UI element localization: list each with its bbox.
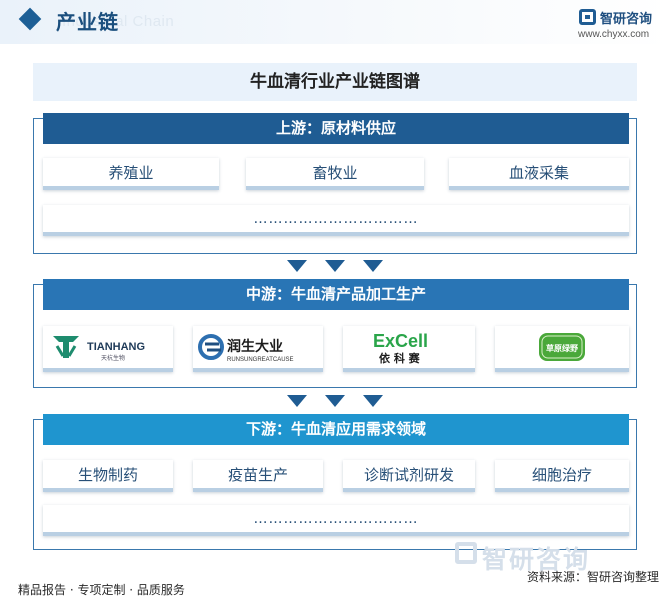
runsheng-name: 润生大业 xyxy=(227,338,283,355)
diamond-icon xyxy=(18,7,42,31)
company-logo-caoyuan: 草原绿野 xyxy=(495,326,629,372)
down-arrow-icon xyxy=(325,260,345,272)
downstream-item: 疫苗生产 xyxy=(193,460,323,492)
excell-sub: 依 科 赛 xyxy=(379,351,421,365)
diagram-title: 牛血清行业产业链图谱 xyxy=(33,63,637,101)
runsheng-sub: RUNSUNGREATCAUSE xyxy=(227,357,294,363)
flow-arrows xyxy=(0,260,671,274)
upstream-item: 血液采集 xyxy=(449,158,629,190)
tianhang-name: TIANHANG xyxy=(87,341,145,353)
excell-logo-icon: ExCell 依 科 赛 xyxy=(373,331,428,365)
brand-name: 智研咨询 xyxy=(600,12,653,27)
excell-name: ExCell xyxy=(373,331,428,351)
downstream-item: 诊断试剂研发 xyxy=(343,460,475,492)
flow-arrows xyxy=(0,395,671,409)
tianhang-sub: 天杭生物 xyxy=(101,354,125,362)
company-logo-excell: ExCell 依 科 赛 xyxy=(343,326,475,372)
upstream-section: 上游：原材料供应 养殖业 畜牧业 血液采集 …………………………… xyxy=(33,113,637,254)
upstream-item: 养殖业 xyxy=(43,158,219,190)
caoyuan-logo-icon: 草原绿野 xyxy=(539,333,585,361)
midstream-heading: 中游：牛血清产品加工生产 xyxy=(43,279,629,310)
down-arrow-icon xyxy=(287,395,307,407)
down-arrow-icon xyxy=(363,395,383,407)
brand-logo-icon xyxy=(579,9,596,25)
downstream-section: 下游：牛血清应用需求领域 生物制药 疫苗生产 诊断试剂研发 细胞治疗 ……………… xyxy=(33,414,637,550)
upstream-item: 畜牧业 xyxy=(246,158,424,190)
downstream-item: 生物制药 xyxy=(43,460,173,492)
company-logo-runsheng: 润生大业 RUNSUNGREATCAUSE xyxy=(193,326,323,372)
down-arrow-icon xyxy=(325,395,345,407)
down-arrow-icon xyxy=(363,260,383,272)
tianhang-logo-icon: TIANHANG 天杭生物 xyxy=(53,336,145,362)
company-logo-tianhang: TIANHANG 天杭生物 xyxy=(43,326,173,372)
midstream-section: 中游：牛血清产品加工生产 TIANHANG 天杭生物 润生大业 RUNSUNGR… xyxy=(33,279,637,388)
upstream-heading: 上游：原材料供应 xyxy=(43,113,629,144)
watermark-logo-icon xyxy=(455,542,477,564)
brand-url: www.chyxx.com xyxy=(578,29,650,40)
downstream-more: …………………………… xyxy=(43,505,629,536)
downstream-item: 细胞治疗 xyxy=(495,460,629,492)
downstream-heading: 下游：牛血清应用需求领域 xyxy=(43,414,629,445)
footer-slogan: 精品报告 · 专项定制 · 品质服务 xyxy=(18,583,185,597)
source-note: 资料来源：智研咨询整理 xyxy=(526,570,659,584)
caoyuan-name: 草原绿野 xyxy=(546,343,578,353)
runsheng-logo-icon: 润生大业 RUNSUNGREATCAUSE xyxy=(198,334,294,363)
header-title: 产业链 xyxy=(56,10,119,34)
page-header: Industrial Chain 产业链 智研咨询 www.chyxx.com xyxy=(0,0,671,44)
down-arrow-icon xyxy=(287,260,307,272)
upstream-more: …………………………… xyxy=(43,205,629,236)
